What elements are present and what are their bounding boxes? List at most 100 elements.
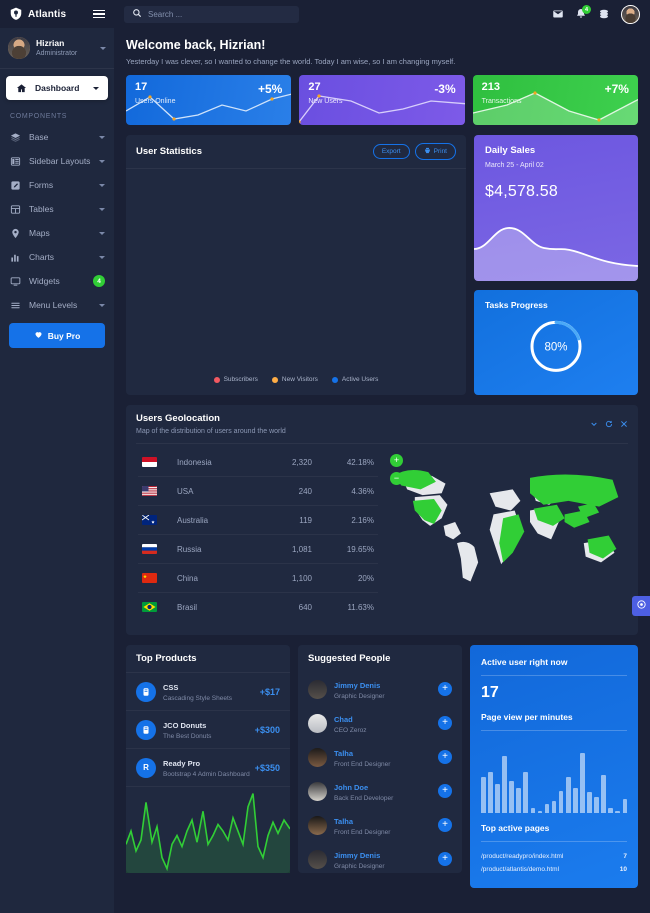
product-desc: The Best Donuts [163,733,212,740]
sidebar-item-widgets[interactable]: Widgets 4 [0,269,114,293]
bell-icon[interactable]: 4 [575,5,591,20]
daily-sales-range: March 25 - April 02 [485,162,544,169]
country-percent: 11.63% [347,602,374,612]
plus-icon[interactable]: + [438,682,452,696]
user-statistics-card: User Statistics Export Print Subscribers… [126,135,466,395]
bottom-row: Top Products CSS Cascading Style Sheets … [125,645,638,888]
bell-badge: 4 [582,5,591,14]
printer-icon [424,147,431,156]
close-icon[interactable] [620,420,628,428]
topbar-avatar[interactable] [621,4,640,24]
avatar [308,815,327,835]
sidebar-item-menu-levels[interactable]: Menu Levels [0,293,114,317]
sidebar-item-base[interactable]: Base [0,125,114,149]
suggested-people-card: Suggested People Jimmy Denis Graphic Des… [298,645,462,873]
list-item[interactable]: R Ready Pro Bootstrap 4 Admin Dashboard … [126,749,290,787]
list-item[interactable]: Talha Front End Designer + [298,740,462,774]
zoom-out-button[interactable]: − [390,472,403,485]
top-products-header: Top Products [126,645,290,672]
sidebar-item-tables[interactable]: Tables [0,197,114,221]
person-name: Talha [334,748,354,758]
avatar [308,679,327,699]
stat-card-row: 17 Users Online +5% 27 New Users -3% 213… [126,75,638,125]
list-item[interactable]: John Doe Back End Developer + [298,774,462,808]
menu-lines-icon [9,299,21,311]
sidebar-item-forms[interactable]: Forms [0,173,114,197]
list-item[interactable]: CSS Cascading Style Sheets +$17 [126,673,290,711]
plus-icon[interactable]: + [438,852,452,866]
export-button[interactable]: Export [372,144,410,159]
sidebar-item-maps[interactable]: Maps [0,221,114,245]
search-box[interactable] [124,5,299,23]
country-percent: 4.36% [351,486,374,496]
bar-chart-icon [9,251,21,263]
hamburger-icon[interactable] [93,9,105,19]
brand-name: Atlantis [28,8,67,20]
sidebar-user[interactable]: Hizrian Administrator [0,28,114,69]
legend-dot [271,376,278,383]
sidebar: Atlantis Hizrian Administrator Dashboard [0,0,114,913]
caret-down-icon [99,303,105,307]
buy-pro-button[interactable]: Buy Pro [9,323,105,348]
caret-down-icon [99,207,105,211]
flag-indonesia [142,457,157,467]
sparkline-new-users [299,94,465,124]
zoom-in-button[interactable]: + [390,454,403,467]
table-row: Russia 1,081 19.65% [138,535,378,564]
world-map[interactable]: + − [386,448,626,621]
country-name: Russia [177,544,202,554]
daily-sales-card: Daily Sales March 25 - April 02 $4,578.5… [474,135,638,281]
envelope-icon[interactable] [552,8,564,20]
sidebar-item-dashboard[interactable]: Dashboard [6,76,108,100]
caret-down-icon [99,231,105,235]
refresh-icon[interactable] [605,420,613,428]
daily-sales-amount: $4,578.58 [485,183,558,200]
print-button[interactable]: Print [414,143,456,160]
brand-logo[interactable]: Atlantis [9,7,66,21]
plus-icon[interactable]: + [438,716,452,730]
collapse-icon[interactable] [590,420,598,428]
list-item[interactable]: JCO Donuts The Best Donuts +$300 [126,711,290,749]
country-name: Indonesia [177,457,212,467]
daily-sales-chart [474,227,638,281]
sidebar-icon [9,155,21,167]
plus-icon[interactable]: + [438,784,452,798]
top-products-chart [125,787,291,873]
active-users-card: Active user right now 17 Page view per m… [470,645,638,888]
avatar [8,37,30,59]
plus-icon[interactable]: + [438,818,452,832]
list-item[interactable]: Talha Front End Designer + [298,808,462,842]
stat-card-new-users[interactable]: 27 New Users -3% [299,75,465,125]
list-item[interactable]: Jimmy Denis Graphic Designer + [298,842,462,876]
stat-card-users-online[interactable]: 17 Users Online +5% [126,75,292,125]
legend-dot [213,376,220,383]
geolocation-table: Indonesia 2,320 42.18% USA 240 4.36% Aus… [138,448,378,621]
country-percent: 19.65% [346,544,374,554]
avatar [308,713,327,733]
settings-float-button[interactable] [632,596,650,616]
sidebar-item-label: Menu Levels [29,300,78,310]
country-count: 2,320 [291,457,312,467]
stat-card-transactions[interactable]: 213 Transactions +7% [472,75,638,125]
table-row: Indonesia 2,320 42.18% [138,448,378,477]
sidebar-item-label: Forms [29,180,54,190]
list-item[interactable]: Jimmy Denis Graphic Designer + [298,672,462,706]
map-zoom-controls: + − [390,454,403,485]
sidebar-item-charts[interactable]: Charts [0,245,114,269]
search-input[interactable] [148,9,291,19]
card-title: Suggested People [308,653,391,664]
main-area: 4 Welcome back, Hizrian! Yesterday I was… [114,0,650,913]
list-item: /product/atlantis/demo.html 10 [481,863,627,876]
product-desc: Cascading Style Sheets [163,695,233,702]
plus-icon[interactable]: + [438,750,452,764]
country-name: USA [177,486,194,496]
geolocation-body: Indonesia 2,320 42.18% USA 240 4.36% Aus… [126,444,638,635]
person-role: Front End Designer [334,828,391,836]
product-name: JCO Donuts [163,721,207,730]
sidebar-item-label: Widgets [29,276,60,286]
layers-icon[interactable] [598,8,610,20]
list-item[interactable]: Chad CEO Zeroz + [298,706,462,740]
person-role: CEO Zeroz [334,726,367,734]
sidebar-item-label: Maps [29,228,50,238]
sidebar-item-sidebar-layouts[interactable]: Sidebar Layouts [0,149,114,173]
